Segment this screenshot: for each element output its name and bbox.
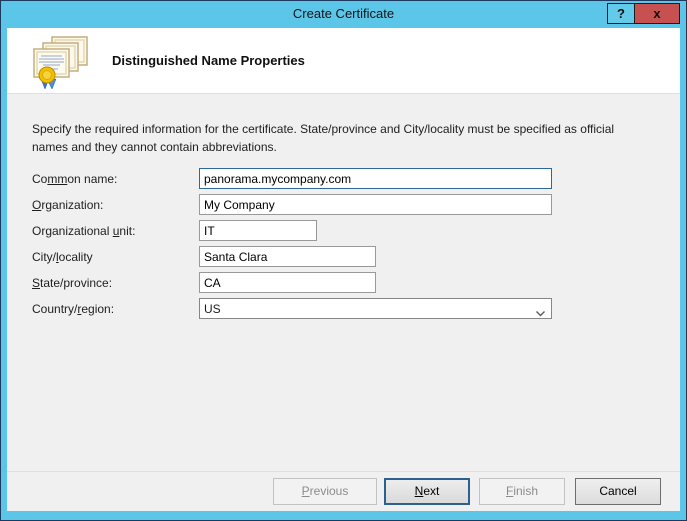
create-certificate-dialog: Create Certificate ? x Distinguished Nam…	[0, 0, 687, 521]
state-province-row: State/province:	[7, 272, 680, 293]
page-title: Distinguished Name Properties	[112, 53, 305, 68]
chevron-down-icon	[536, 306, 545, 320]
help-icon: ?	[617, 6, 625, 21]
dialog-client-area: Distinguished Name Properties Specify th…	[7, 28, 680, 511]
common-name-label: Common name:	[32, 171, 118, 186]
wizard-header: Distinguished Name Properties	[7, 28, 680, 94]
instructions-text: Specify the required information for the…	[32, 122, 615, 154]
certificates-icon	[32, 36, 88, 93]
organization-label: Organization:	[32, 197, 104, 212]
next-button[interactable]: Next	[384, 478, 470, 505]
footer-divider	[7, 471, 680, 472]
organization-input[interactable]	[199, 194, 552, 215]
state-province-label: State/province:	[32, 275, 113, 290]
cancel-button[interactable]: Cancel	[575, 478, 661, 505]
city-locality-label: City/locality	[32, 249, 93, 264]
organization-row: Organization:	[7, 194, 680, 215]
close-icon: x	[653, 6, 661, 21]
titlebar[interactable]: Create Certificate ? x	[1, 1, 686, 28]
country-region-label: Country/region:	[32, 301, 115, 316]
country-region-select[interactable]: US	[199, 298, 552, 319]
close-button[interactable]: x	[634, 3, 680, 24]
state-province-input[interactable]	[199, 272, 376, 293]
country-region-value: US	[204, 301, 221, 316]
help-button[interactable]: ?	[607, 3, 635, 24]
common-name-row: Common name:	[7, 168, 680, 189]
certificate-form: Common name: Organization: Organizationa…	[7, 168, 680, 319]
city-locality-input[interactable]	[199, 246, 376, 267]
organizational-unit-input[interactable]	[199, 220, 317, 241]
finish-button: Finish	[479, 478, 565, 505]
previous-button: Previous	[273, 478, 377, 505]
country-region-row: Country/region: US	[7, 298, 680, 319]
city-locality-row: City/locality	[7, 246, 680, 267]
window-title: Create Certificate	[292, 6, 395, 21]
common-name-input[interactable]	[199, 168, 552, 189]
organizational-unit-label: Organizational unit:	[32, 223, 136, 238]
organizational-unit-row: Organizational unit:	[7, 220, 680, 241]
